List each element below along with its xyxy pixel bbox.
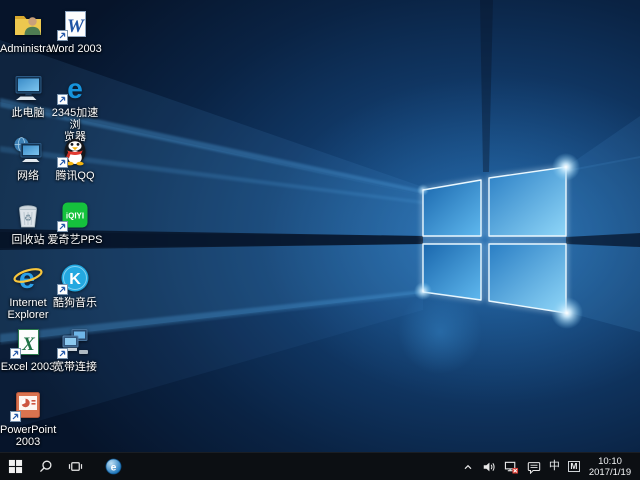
svg-text:e: e <box>110 462 116 473</box>
taskbar-clock[interactable]: 10:10 2017/1/19 <box>584 456 636 478</box>
desktop-icon-label: 腾讯QQ <box>47 170 103 182</box>
shortcut-arrow-icon <box>57 348 68 359</box>
task-view-button[interactable] <box>60 453 90 480</box>
shortcut-arrow-icon <box>57 157 68 168</box>
ime-language-mode[interactable]: 中 <box>545 453 564 480</box>
taskbar: e <box>0 452 640 480</box>
network-status-button[interactable] <box>500 453 523 480</box>
speech-bubble-icon <box>527 460 541 474</box>
network-disconnected-icon <box>504 460 519 474</box>
desktop-icon-label: 宽带连接 <box>47 361 103 373</box>
desktop-icon-kugou-music[interactable]: 酷狗音乐 <box>47 262 103 309</box>
desktop-icon-2345-browser[interactable]: 2345加速浏览器 <box>47 72 103 143</box>
shortcut-arrow-icon <box>57 284 68 295</box>
windows-logo-icon <box>8 459 23 474</box>
desktop-icon-word-2003[interactable]: Word 2003 <box>47 8 103 55</box>
shortcut-arrow-icon <box>10 411 21 422</box>
action-center-button[interactable] <box>523 453 545 480</box>
shortcut-arrow-icon <box>57 94 68 105</box>
chevron-up-icon <box>462 461 474 473</box>
blue-e-sphere-icon: e <box>105 458 122 475</box>
desktop-icon-label: Word 2003 <box>47 43 103 55</box>
desktop-icon-label: 爱奇艺PPS <box>47 234 103 246</box>
clock-time: 10:10 <box>586 456 634 467</box>
ime-indicator-label: M <box>568 461 580 472</box>
speaker-icon <box>482 460 496 474</box>
ime-chinese-mode-label: 中 <box>549 461 560 472</box>
desktop-icon-label: PowerPoint2003 <box>0 424 56 448</box>
clock-date: 2017/1/19 <box>586 467 634 478</box>
system-tray: 中 M 10:10 2017/1/19 <box>458 453 640 480</box>
magnifier-icon <box>38 459 53 474</box>
show-hidden-icons-button[interactable] <box>458 453 478 480</box>
desktop-icon-broadband[interactable]: 宽带连接 <box>47 326 103 373</box>
desktop-icon-iqiyi-pps[interactable]: 爱奇艺PPS <box>47 199 103 246</box>
volume-button[interactable] <box>478 453 500 480</box>
desktop-icon-label: 酷狗音乐 <box>47 297 103 309</box>
ime-indicator[interactable]: M <box>564 453 584 480</box>
task-view-icon <box>68 459 83 474</box>
windows-desktop-screen: W e <box>0 0 640 480</box>
start-button[interactable] <box>0 453 30 480</box>
shortcut-arrow-icon <box>57 30 68 41</box>
desktop-icon-tencent-qq[interactable]: 腾讯QQ <box>47 135 103 182</box>
shortcut-arrow-icon <box>10 348 21 359</box>
taskbar-app-2345-browser[interactable]: e <box>98 453 128 480</box>
desktop-icon-powerpoint-2003[interactable]: PowerPoint2003 <box>0 389 56 448</box>
search-button[interactable] <box>30 453 60 480</box>
shortcut-arrow-icon <box>57 221 68 232</box>
desktop[interactable]: W e <box>0 0 640 452</box>
